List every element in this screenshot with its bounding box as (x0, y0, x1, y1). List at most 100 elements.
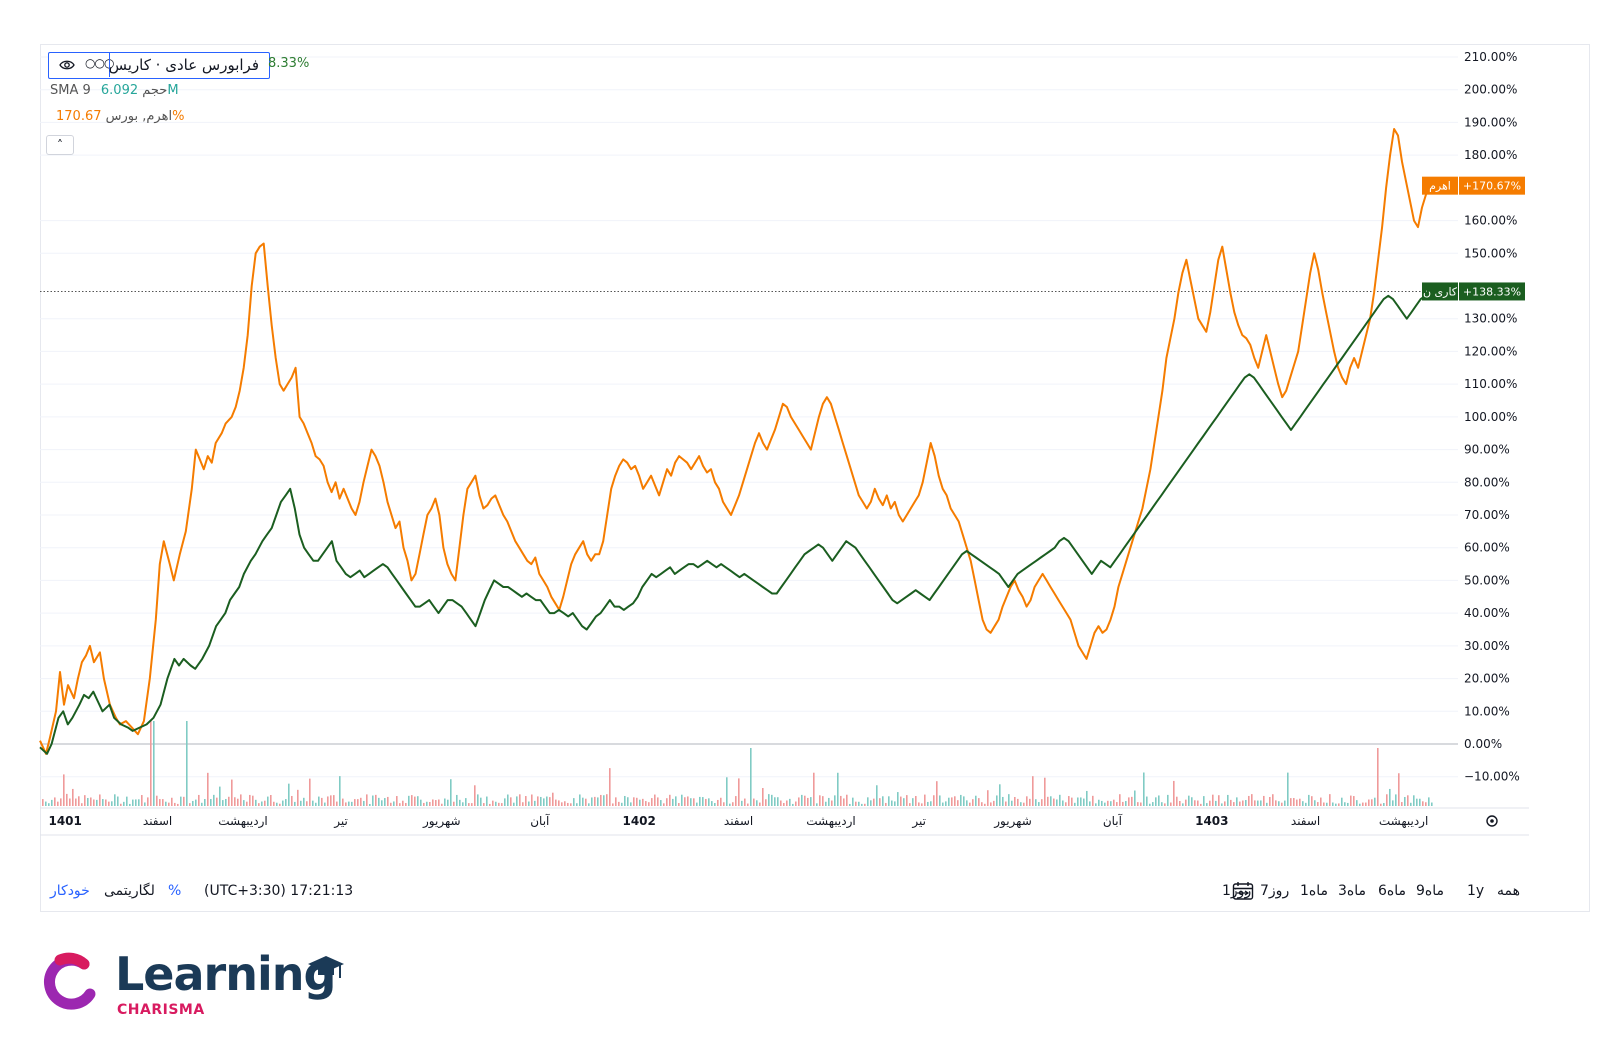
range-button-7[interactable]: 1روز (1222, 883, 1251, 899)
volume-bar (864, 803, 866, 806)
range-button-2[interactable]: 9ماه (1416, 883, 1444, 899)
volume-bar (444, 798, 446, 806)
range-button-1[interactable]: 1y (1467, 883, 1484, 899)
y-tick-label: 40.00% (1464, 606, 1510, 620)
volume-bar (642, 798, 644, 806)
volume-bar (1206, 803, 1208, 806)
volume-bar (204, 799, 206, 806)
volume-bar (375, 794, 377, 806)
legend-collapse-button[interactable]: ˄ (46, 135, 74, 155)
y-tick-label: 0.00% (1464, 737, 1502, 751)
volume-bar (804, 795, 806, 806)
volume-bar (729, 803, 731, 806)
y-tick-label: 10.00% (1464, 704, 1510, 718)
volume-bar (1398, 773, 1400, 806)
volume-bar (345, 802, 347, 806)
volume-bar (381, 800, 383, 806)
volume-bar (936, 781, 938, 806)
volume-bar (570, 803, 572, 806)
range-button-5[interactable]: 1ماه (1300, 883, 1328, 899)
volume-bar (1251, 794, 1253, 806)
volume-bar (1140, 802, 1142, 806)
volume-bar (489, 803, 491, 806)
volume-bar (558, 800, 560, 806)
volume-bar (1383, 803, 1385, 806)
volume-bar (1188, 795, 1190, 806)
volume-bar (996, 795, 998, 806)
volume-bar (624, 795, 626, 806)
volume-bar (270, 794, 272, 806)
volume-bar (720, 797, 722, 806)
volume-bar (666, 798, 668, 806)
volume-bar (1077, 797, 1079, 806)
volume-bar (369, 803, 371, 806)
volume-bar (831, 800, 833, 806)
volume-bar (708, 798, 710, 806)
volume-bar (99, 794, 101, 806)
volume-bar (1287, 772, 1289, 806)
volume-bar (1278, 801, 1280, 806)
volume-bar (393, 801, 395, 806)
volume-bar (297, 789, 299, 806)
logo-subtitle: CHARISMA (117, 1002, 205, 1018)
volume-bar (801, 794, 803, 806)
volume-bar (213, 794, 215, 806)
range-button-0[interactable]: همه (1497, 883, 1520, 899)
volume-bar (1323, 802, 1325, 806)
volume-bar (111, 801, 113, 806)
volume-bar (300, 800, 302, 806)
volume-bar (525, 796, 527, 806)
volume-bar (1116, 802, 1118, 806)
volume-bar (1221, 803, 1223, 806)
volume-bar (1332, 802, 1334, 806)
volume-bar (492, 800, 494, 806)
volume-bar (735, 796, 737, 806)
volume-bar (1128, 797, 1130, 806)
volume-bar (915, 795, 917, 806)
volume-bar (1059, 794, 1061, 806)
volume-bar (819, 795, 821, 806)
range-button-6[interactable]: 7روز (1260, 883, 1289, 899)
volume-bar (678, 803, 680, 806)
volume-bar (1254, 800, 1256, 806)
range-button-4[interactable]: 3ماه (1338, 883, 1366, 899)
volume-bar (543, 798, 545, 806)
range-button-3[interactable]: 6ماه (1378, 883, 1406, 899)
auto-scale-toggle[interactable]: خودکار (50, 883, 90, 899)
volume-bar (591, 797, 593, 806)
volume-bar (255, 799, 257, 806)
volume-bar (1167, 794, 1169, 806)
volume-bar (1053, 798, 1055, 806)
volume-bar (102, 799, 104, 806)
volume-bar (192, 800, 194, 806)
volume-bar (267, 796, 269, 806)
volume-bar (1137, 802, 1139, 806)
volume-bar (159, 799, 161, 806)
volume-bar (522, 802, 524, 806)
eye-icon[interactable] (59, 59, 75, 71)
legend-main-series[interactable]: ○○○ فرابورس عادی · کاریس (48, 52, 270, 79)
volume-bar (1386, 794, 1388, 806)
volume-bar (126, 796, 128, 806)
log-scale-toggle[interactable]: لگاریتمی (104, 883, 155, 899)
volume-bar (705, 798, 707, 806)
volume-bar (480, 797, 482, 806)
volume-bar (987, 790, 989, 806)
volume-bar (912, 798, 914, 806)
volume-bar (588, 803, 590, 806)
volume-bar (1002, 796, 1004, 806)
volume-bar (216, 797, 218, 806)
volume-bar (870, 800, 872, 806)
volume-bar (1083, 798, 1085, 806)
volume-bar (1380, 803, 1382, 806)
volume-bar (546, 796, 548, 806)
volume-bar (510, 797, 512, 806)
volume-bar (1092, 795, 1094, 806)
volume-bar (66, 793, 68, 806)
x-tick-label: اسفند (724, 814, 753, 828)
clock-time[interactable]: (UTC+3:30) 17:21:13 (204, 883, 353, 899)
volume-bar (501, 803, 503, 806)
volume-bar (147, 797, 149, 806)
percent-scale-toggle[interactable]: % (168, 883, 181, 899)
volume-bar (291, 795, 293, 806)
